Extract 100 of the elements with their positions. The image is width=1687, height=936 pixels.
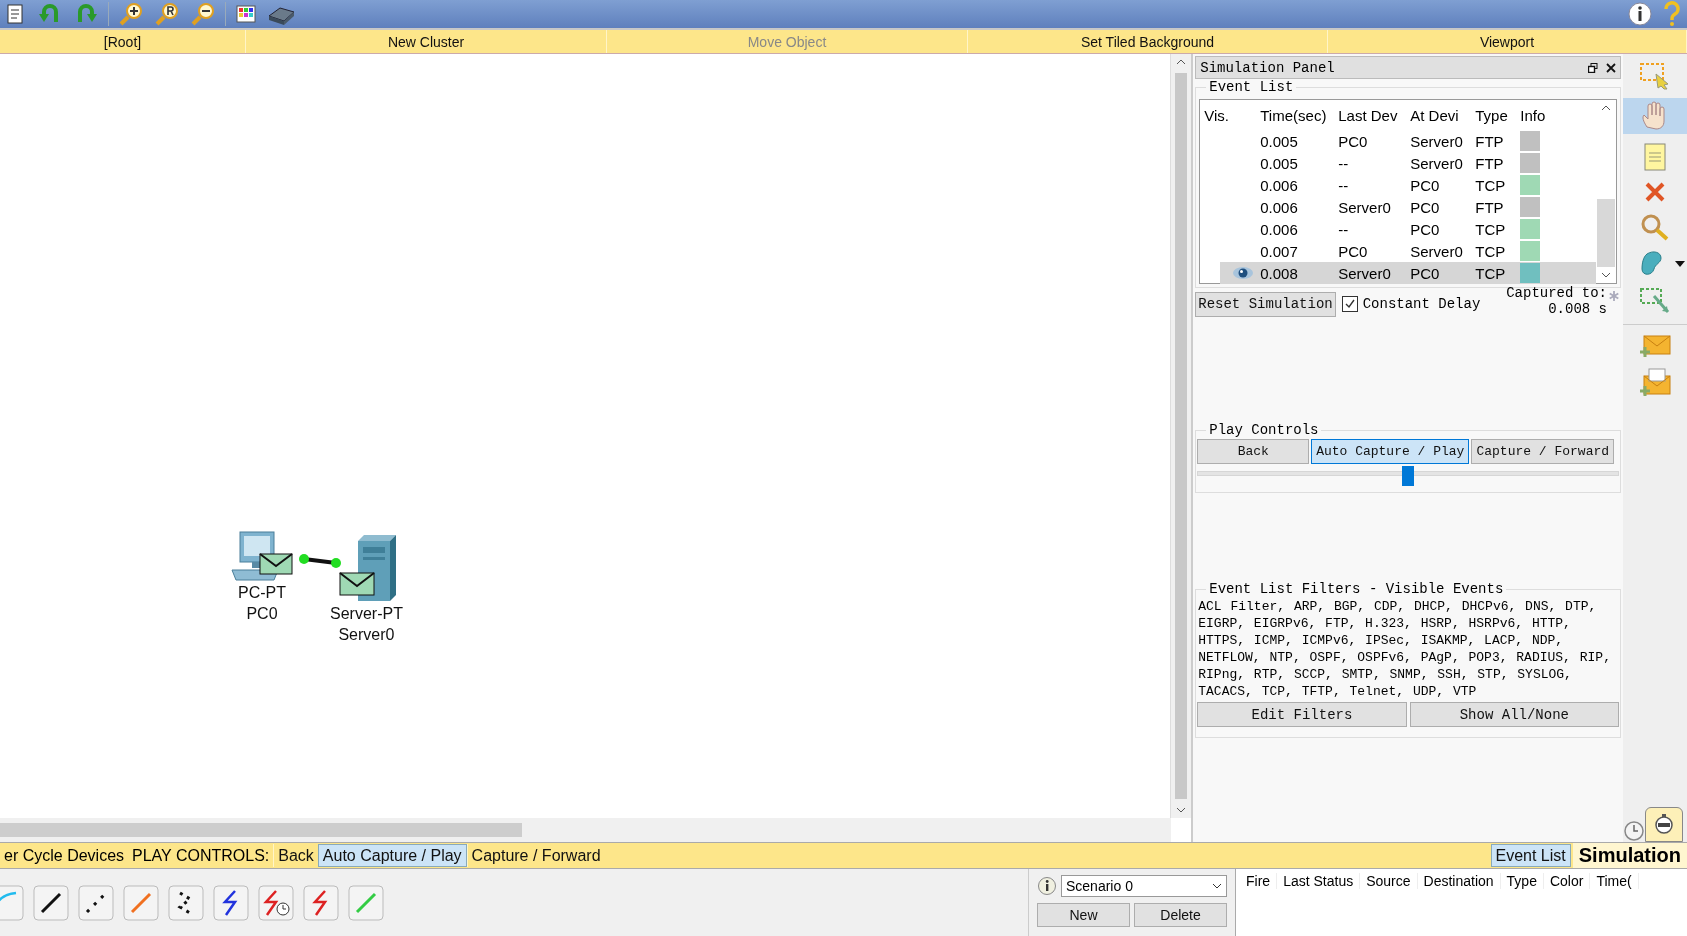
info-swatch[interactable] xyxy=(1520,263,1541,283)
help-icon[interactable] xyxy=(1661,1,1683,27)
filter-list: ACL Filter, ARP, BGP, CDP, DHCP, DHCPv6, DNS, DTP, EIGRP, EIGRPv6, FTP, H.323, HSRP, HSRPv6, HTTP, HTTPS, ICMP, ICMPv6, IPSec, ISAKMP, LACP, NDP, NETFLOW, NTP, OSPF, OSPFv6, PAgP, POP3, RADIUS, RIP, RIPng, RTP, SCCP, SMTP, SNMP, SSH, STP, SYSLOG, TACACS, TCP, TFTP, Telnet, UDP, VTP xyxy=(1198,598,1618,700)
play-controls-label: PLAY CONTROLS: xyxy=(131,846,271,865)
filter-button[interactable]: Edit Filters xyxy=(1197,702,1407,727)
table-cell-text: -- xyxy=(1338,220,1350,238)
horizontal-scrollbar[interactable] xyxy=(0,818,1172,842)
info-swatch[interactable] xyxy=(1520,131,1541,151)
table-cell-text: Server0 xyxy=(1410,132,1464,150)
connection-tool-icon[interactable] xyxy=(213,884,249,921)
play-control-button[interactable]: Capture / Forward xyxy=(1471,439,1615,464)
info-swatch[interactable] xyxy=(1520,175,1541,195)
scenario-button[interactable]: New xyxy=(1037,903,1130,927)
play-control-button[interactable]: Capture / Forward xyxy=(466,844,605,867)
table-cell-text: FTP xyxy=(1475,198,1505,216)
group-label: Play Controls xyxy=(1206,422,1322,438)
column-header[interactable]: Source xyxy=(1360,873,1418,889)
nav-button[interactable]: [Root] xyxy=(0,30,246,53)
column-header[interactable]: Destination xyxy=(1417,873,1501,889)
info-swatch[interactable] xyxy=(1520,241,1541,261)
column-header[interactable]: Type xyxy=(1500,873,1544,889)
captured-label: Captured to: xyxy=(1506,285,1607,301)
table-cell-text: FTP xyxy=(1475,132,1505,150)
nav-button[interactable]: Viewport xyxy=(1328,30,1687,53)
device-model: Server-PT xyxy=(330,604,403,624)
event-row[interactable]: 0.007 PC0 Server0 TCP xyxy=(1200,240,1596,262)
zoom-in-icon[interactable] xyxy=(117,2,145,26)
info-icon[interactable] xyxy=(1627,1,1653,27)
checkbox[interactable] xyxy=(1341,296,1358,312)
dropdown-caret-icon[interactable] xyxy=(1675,261,1685,267)
simulation-mode-tab[interactable] xyxy=(1645,807,1683,842)
nav-button[interactable]: New Cluster xyxy=(246,30,607,53)
table-cell-text: TCP xyxy=(1475,264,1507,282)
column-header[interactable]: Time( xyxy=(1590,873,1639,889)
nav-button[interactable]: Set Tiled Background xyxy=(968,30,1328,53)
constant-delay-checkbox[interactable]: Constant Delay xyxy=(1341,296,1481,312)
event-row[interactable]: 0.006 -- PC0 TCP xyxy=(1200,174,1596,196)
column-header[interactable]: Time(sec) xyxy=(1254,106,1339,124)
column-header[interactable]: Type xyxy=(1475,106,1521,124)
connection-tool-icon[interactable] xyxy=(33,884,69,921)
info-icon[interactable] xyxy=(1037,876,1057,896)
table-cell-text: 0.006 xyxy=(1259,176,1299,194)
pc-icon[interactable] xyxy=(230,530,294,582)
eye-icon[interactable] xyxy=(1232,266,1255,280)
scenario-button[interactable]: Delete xyxy=(1134,903,1227,927)
event-row[interactable]: 0.006 -- PC0 TCP xyxy=(1200,218,1596,240)
table-cell-text: PC0 xyxy=(1410,220,1441,238)
column-header[interactable]: At Devi xyxy=(1410,106,1476,124)
table-cell-text: TCP xyxy=(1475,176,1507,194)
close-icon[interactable] xyxy=(1606,62,1616,73)
slider-thumb[interactable] xyxy=(1402,466,1415,486)
play-control-button[interactable]: Back xyxy=(273,844,318,867)
palette-icon[interactable] xyxy=(234,2,258,26)
play-control-button[interactable]: Auto Capture / Play xyxy=(317,844,467,867)
info-swatch[interactable] xyxy=(1520,197,1541,217)
link-cable xyxy=(298,554,343,568)
event-row[interactable]: 0.008 Server0 PC0 TCP xyxy=(1220,262,1596,284)
zoom-out-icon[interactable] xyxy=(189,2,217,26)
table-cell-text: 0.005 xyxy=(1259,132,1299,150)
device-model: PC-PT xyxy=(238,583,286,603)
vertical-scrollbar[interactable] xyxy=(1170,54,1192,818)
info-swatch[interactable] xyxy=(1520,219,1541,239)
column-header[interactable]: Last Dev xyxy=(1338,106,1411,124)
restore-icon[interactable] xyxy=(1588,62,1598,73)
panel-title: Simulation Panel xyxy=(1200,59,1335,76)
table-cell-text: 0.005 xyxy=(1259,154,1299,172)
scenario-dropdown[interactable]: Scenario 0 xyxy=(1061,875,1227,897)
realtime-clock-icon[interactable] xyxy=(1623,820,1645,842)
table-cell-text: FTP xyxy=(1475,154,1505,172)
chevron-down-icon xyxy=(1212,883,1222,889)
play-control-button[interactable]: Auto Capture / Play xyxy=(1311,439,1470,464)
table-cell-text: Server0 xyxy=(1338,198,1392,216)
column-header[interactable]: Fire xyxy=(1240,873,1278,889)
table-cell-text: Server0 xyxy=(1410,242,1464,260)
table-cell-text: -- xyxy=(1338,176,1350,194)
column-header[interactable]: Vis. xyxy=(1200,106,1255,124)
filter-button[interactable]: Show All/None xyxy=(1409,702,1619,727)
play-control-button[interactable]: Back xyxy=(1197,439,1310,464)
zoom-reset-icon[interactable] xyxy=(153,2,181,26)
cycle-devices-label[interactable]: er Cycle Devices xyxy=(0,846,129,865)
event-row[interactable]: 0.005 -- Server0 FTP xyxy=(1200,152,1596,174)
asterisk-icon xyxy=(1609,291,1619,301)
event-row[interactable]: 0.006 Server0 PC0 FTP xyxy=(1200,196,1596,218)
reset-simulation-button[interactable]: Reset Simulation xyxy=(1195,291,1336,317)
delete-icon[interactable] xyxy=(1643,180,1667,204)
table-cell-text: -- xyxy=(1338,154,1350,172)
table-cell-text: TCP xyxy=(1475,220,1507,238)
device-name: PC0 xyxy=(246,604,278,624)
column-header[interactable]: Color xyxy=(1543,873,1591,889)
add-complex-pdu-icon[interactable] xyxy=(1638,367,1672,397)
event-list-button[interactable]: Event List xyxy=(1490,844,1571,867)
resize-icon[interactable] xyxy=(1638,286,1672,316)
column-header[interactable]: Info xyxy=(1520,106,1571,124)
table-cell-text: 0.006 xyxy=(1259,198,1299,216)
column-header[interactable]: Last Status xyxy=(1277,873,1361,889)
speed-slider[interactable] xyxy=(1197,466,1619,486)
connection-tool-icon[interactable] xyxy=(168,884,204,921)
info-swatch[interactable] xyxy=(1520,153,1541,173)
add-pdu-icon[interactable] xyxy=(1638,333,1672,359)
event-row[interactable]: 0.005 PC0 Server0 FTP xyxy=(1200,130,1596,152)
